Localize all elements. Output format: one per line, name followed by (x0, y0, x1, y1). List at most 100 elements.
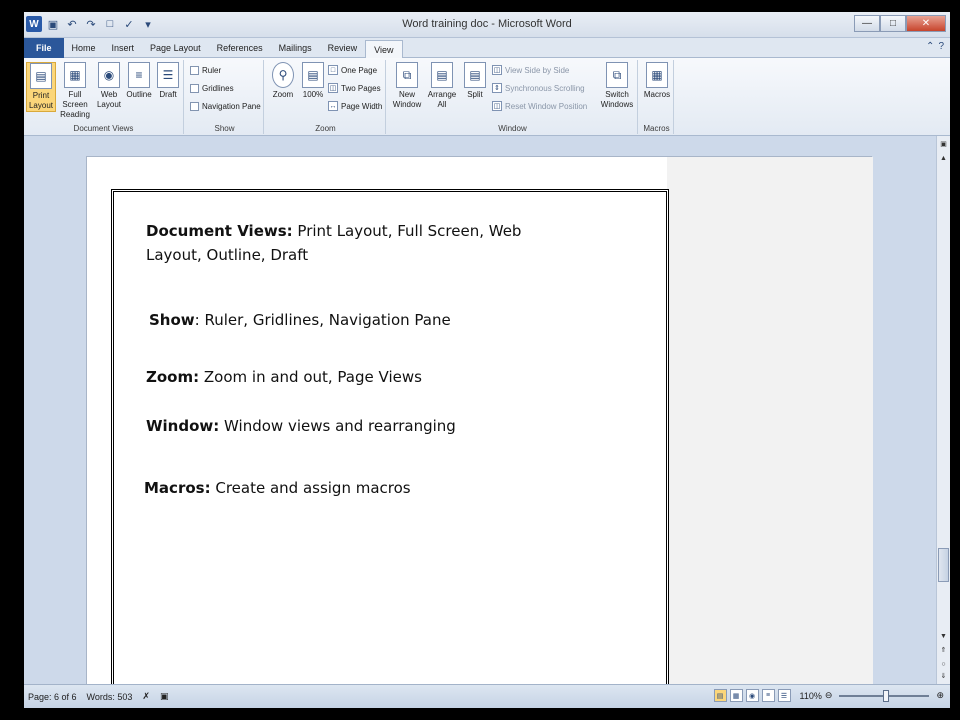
outline-icon: ≡ (128, 62, 150, 88)
outline-label: Outline (126, 90, 152, 99)
ribbon: ▤ Print Layout ▦ Full Screen Reading ◉ W… (24, 58, 950, 136)
two-pages-icon: ◫ (328, 83, 338, 93)
tab-review[interactable]: Review (320, 38, 366, 58)
zoom-slider-knob[interactable] (883, 689, 890, 702)
proofing-icon[interactable]: ✗ (142, 691, 150, 702)
close-button[interactable]: ✕ (906, 15, 946, 32)
gridlines-checkbox-box[interactable] (190, 83, 199, 93)
new-window-icon: ⧉ (396, 62, 418, 88)
select-browse-object-icon[interactable]: ○ (937, 658, 950, 670)
zoom-line: Zoom: Zoom in and out, Page Views (146, 366, 422, 388)
two-pages-button[interactable]: ◫ Two Pages (328, 80, 381, 96)
web-layout-view-icon[interactable]: ◉ (745, 689, 759, 702)
document-views-line: Document Views: Print Layout, Full Scree… (146, 220, 521, 242)
document-area[interactable]: Document Views: Print Layout, Full Scree… (24, 136, 936, 684)
line-heading: Show (149, 311, 195, 329)
one-page-icon: □ (328, 65, 338, 75)
web-layout-button[interactable]: ◉ Web Layout (94, 62, 124, 110)
line-text: Create and assign macros (210, 479, 411, 497)
scroll-up-arrow-icon[interactable]: ▲ (937, 152, 950, 164)
new-window-label: New Window (392, 90, 422, 109)
full-screen-reading-label: Full Screen Reading (60, 90, 90, 119)
vertical-scrollbar[interactable]: ▣ ▲ ▼ ⇑ ○ ⇓ (936, 136, 950, 684)
macro-recording-icon[interactable]: ▣ (160, 691, 169, 702)
minimize-button[interactable]: — (854, 15, 880, 32)
zoom-100-button[interactable]: ▤ 100% (298, 62, 328, 100)
navigation-pane-checkbox-box[interactable] (190, 101, 199, 111)
line-heading: Macros: (144, 479, 211, 497)
tab-view[interactable]: View (365, 40, 403, 58)
tab-page-layout[interactable]: Page Layout (142, 38, 209, 58)
two-pages-label: Two Pages (341, 83, 381, 93)
page-count-status[interactable]: Page: 6 of 6 (28, 692, 77, 702)
tab-references[interactable]: References (209, 38, 271, 58)
ribbon-tab-row: File Home Insert Page Layout References … (24, 38, 950, 58)
zoom-100-label: 100% (302, 90, 324, 99)
print-layout-label: Print Layout (28, 91, 54, 110)
print-layout-button[interactable]: ▤ Print Layout (26, 62, 56, 112)
show-line: Show: Ruler, Gridlines, Navigation Pane (149, 309, 451, 331)
view-side-by-side-button[interactable]: ◫ View Side by Side (492, 62, 569, 78)
switch-windows-button[interactable]: ⧉ Switch Windows (598, 62, 636, 110)
web-layout-icon: ◉ (98, 62, 120, 88)
previous-page-icon[interactable]: ⇑ (937, 644, 950, 656)
word-count-status[interactable]: Words: 503 (87, 692, 133, 702)
reset-window-position-button[interactable]: ◫ Reset Window Position (492, 98, 587, 114)
content-text-box[interactable]: Document Views: Print Layout, Full Scree… (111, 189, 669, 684)
tab-row-controls: ⌃ ? (926, 41, 944, 52)
tab-home[interactable]: Home (64, 38, 104, 58)
scrollbar-thumb[interactable] (938, 548, 949, 582)
synchronous-scrolling-button[interactable]: ⇕ Synchronous Scrolling (492, 80, 585, 96)
page-right-region (667, 157, 873, 684)
outline-view-icon[interactable]: ≡ (761, 689, 775, 702)
draft-view-icon[interactable]: ☰ (777, 689, 791, 702)
document-views-group: ▤ Print Layout ▦ Full Screen Reading ◉ W… (24, 60, 184, 134)
navigation-pane-checkbox[interactable]: Navigation Pane (190, 98, 261, 114)
scroll-down-arrow-icon[interactable]: ▼ (937, 630, 950, 642)
navigation-pane-label: Navigation Pane (202, 101, 261, 111)
synchronous-scrolling-icon: ⇕ (492, 83, 502, 93)
title-bar: W ▣ ↶ ↷ □ ✓ ▾ Word training doc - Micros… (24, 12, 950, 38)
one-page-label: One Page (341, 65, 378, 75)
gridlines-checkbox[interactable]: Gridlines (190, 80, 234, 96)
next-page-icon[interactable]: ⇓ (937, 670, 950, 682)
web-layout-label: Web Layout (96, 90, 122, 109)
one-page-button[interactable]: □ One Page (328, 62, 377, 78)
zoom-slider[interactable] (839, 689, 930, 702)
maximize-button[interactable]: □ (880, 15, 906, 32)
tab-mailings[interactable]: Mailings (271, 38, 320, 58)
page-width-button[interactable]: ↔ Page Width (328, 98, 382, 114)
word-window: W ▣ ↶ ↷ □ ✓ ▾ Word training doc - Micros… (24, 12, 950, 708)
zoom-button[interactable]: ⚲ Zoom (268, 62, 298, 100)
ruler-toggle-icon[interactable]: ▣ (937, 138, 950, 150)
ruler-checkbox[interactable]: Ruler (190, 62, 221, 78)
minimize-ribbon-icon[interactable]: ⌃ (926, 41, 934, 52)
show-group: Ruler Gridlines Navigation Pane Show (186, 60, 264, 134)
arrange-all-label: Arrange All (427, 90, 457, 109)
macros-button[interactable]: ▦ Macros (642, 62, 672, 100)
zoom-out-icon[interactable]: ⊖ (825, 690, 833, 701)
zoom-in-icon[interactable]: ⊕ (936, 690, 944, 701)
tab-insert[interactable]: Insert (104, 38, 143, 58)
help-icon[interactable]: ? (938, 41, 944, 52)
ruler-checkbox-box[interactable] (190, 65, 199, 75)
draft-button[interactable]: ☰ Draft (153, 62, 183, 100)
macros-icon: ▦ (646, 62, 668, 88)
ruler-label: Ruler (202, 65, 222, 75)
macros-group: ▦ Macros Macros (640, 60, 674, 134)
print-layout-view-icon[interactable]: ▤ (713, 689, 727, 702)
outline-button[interactable]: ≡ Outline (124, 62, 154, 100)
window-controls: — □ ✕ (854, 15, 946, 32)
document-page[interactable]: Document Views: Print Layout, Full Scree… (86, 156, 873, 684)
macros-button-label: Macros (643, 90, 671, 99)
full-screen-view-icon[interactable]: ▦ (729, 689, 743, 702)
full-screen-reading-icon: ▦ (64, 62, 86, 88)
arrange-all-button[interactable]: ▤ Arrange All (426, 62, 458, 110)
split-button[interactable]: ▤ Split (460, 62, 490, 100)
full-screen-reading-button[interactable]: ▦ Full Screen Reading (58, 62, 92, 120)
tab-file[interactable]: File (24, 38, 64, 58)
line-heading: Zoom: (146, 368, 200, 386)
zoom-level[interactable]: 110% (800, 691, 822, 701)
new-window-button[interactable]: ⧉ New Window (390, 62, 424, 110)
synchronous-scrolling-label: Synchronous Scrolling (505, 83, 585, 93)
